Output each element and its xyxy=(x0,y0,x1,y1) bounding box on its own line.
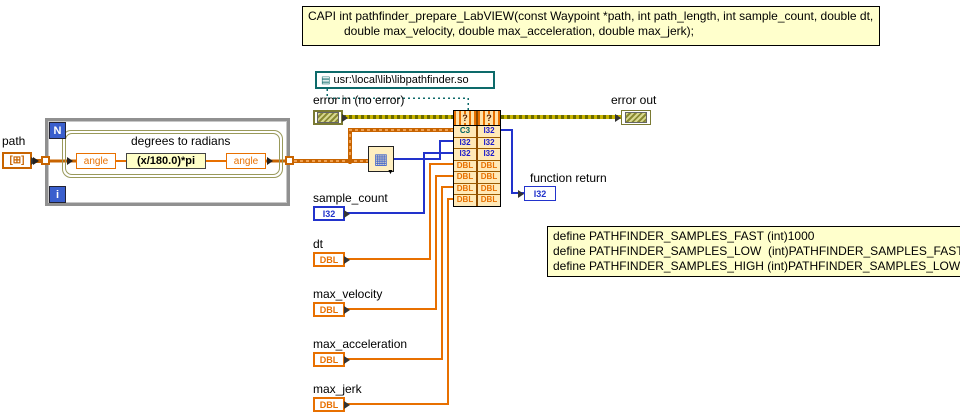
error-in-label: error in (no error) xyxy=(313,93,405,107)
max-jerk-label: max_jerk xyxy=(313,382,362,396)
clfn-terminal-right[interactable]: DBL xyxy=(478,172,500,183)
library-icon: ▤ xyxy=(321,74,331,86)
loop-input-tunnel[interactable] xyxy=(41,156,50,165)
expression-text: (x/180.0)*pi xyxy=(136,155,196,167)
block-diagram: CAPI int pathfinder_prepare_LabVIEW(cons… xyxy=(0,0,960,418)
clfn-terminal-left[interactable]: DBL xyxy=(454,172,476,183)
clfn-row[interactable]: I32 I32 xyxy=(454,136,500,148)
dt-type: DBL xyxy=(319,254,339,265)
clfn-row[interactable]: I32 I32 xyxy=(454,148,500,160)
wire-arrow-icon xyxy=(67,157,73,165)
clfn-terminal-right[interactable]: I32 xyxy=(478,149,500,160)
node-dropdown-icon[interactable]: ▼ xyxy=(387,169,394,176)
clfn-terminal-left[interactable]: DBL xyxy=(454,195,476,206)
clfn-terminal-left[interactable]: DBL xyxy=(454,183,476,194)
loop-count-label: N xyxy=(53,124,62,137)
capi-comment[interactable]: CAPI int pathfinder_prepare_LabVIEW(cons… xyxy=(302,6,880,46)
clfn-row[interactable]: DBL DBL xyxy=(454,182,500,194)
function-return-terminal[interactable]: I32 xyxy=(524,186,556,201)
max-jerk-terminal[interactable]: DBL xyxy=(313,397,345,412)
clfn-terminal-right[interactable]: I32 xyxy=(478,137,500,148)
clfn-header-icon: ? xyxy=(454,111,476,125)
max-acceleration-wire xyxy=(345,186,453,360)
error-in-terminal[interactable] xyxy=(313,110,343,125)
defines-comment[interactable]: define PATHFINDER_SAMPLES_FAST (int)1000… xyxy=(547,226,960,277)
clfn-terminal-right[interactable]: DBL xyxy=(478,160,500,171)
clfn-row[interactable]: C3 I32 xyxy=(454,126,500,137)
function-return-wire xyxy=(501,129,524,194)
error-cluster-icon xyxy=(317,112,339,123)
array-grid-icon: ▦ xyxy=(373,150,389,168)
clfn-terminal-right[interactable]: DBL xyxy=(478,195,500,206)
max-velocity-label: max_velocity xyxy=(313,287,383,301)
wire-arrow-icon xyxy=(267,157,273,165)
clfn-terminal-right[interactable]: DBL xyxy=(478,183,500,194)
path-terminal[interactable]: [⊞] xyxy=(2,152,32,169)
bundle-angle-node[interactable]: angle xyxy=(226,153,266,169)
clfn-row[interactable]: DBL DBL xyxy=(454,171,500,183)
call-library-function-node[interactable]: ? ? C3 I32 I32 I32 I32 I32 DBL DBL DBL DBL DBL DBL D… xyxy=(453,110,501,207)
unbundle-angle-node[interactable]: angle xyxy=(76,153,116,169)
function-return-label: function return xyxy=(530,171,607,185)
clfn-terminal-left[interactable]: DBL xyxy=(454,160,476,171)
unbundle-angle-label: angle xyxy=(83,155,109,167)
clfn-header[interactable]: ? ? xyxy=(454,111,500,126)
library-path-box[interactable]: ▤ usr:\local\lib\libpathfinder.so xyxy=(315,71,495,89)
max-acceleration-label: max_acceleration xyxy=(313,337,408,351)
loop-iterator-label: i xyxy=(55,188,60,201)
sample-count-label: sample_count xyxy=(313,191,388,205)
clfn-terminal-left[interactable]: I32 xyxy=(454,149,476,160)
sample-count-type: I32 xyxy=(322,208,336,219)
wire-arrow-icon xyxy=(33,157,39,165)
define-line: define PATHFINDER_SAMPLES_HIGH (int)PATH… xyxy=(553,259,960,273)
max-acceleration-terminal[interactable]: DBL xyxy=(313,352,345,367)
clfn-terminal-left[interactable]: I32 xyxy=(454,137,476,148)
clfn-terminal-left[interactable]: C3 xyxy=(454,126,476,137)
clfn-param-rows: C3 I32 I32 I32 I32 I32 DBL DBL DBL DBL DBL DBL DBL DB… xyxy=(454,126,500,206)
library-path-text: usr:\local\lib\libpathfinder.so xyxy=(333,74,469,86)
degrees-to-radians-label: degrees to radians xyxy=(131,134,231,148)
capi-comment-line1: CAPI int pathfinder_prepare_LabVIEW(cons… xyxy=(308,9,874,23)
define-line: define PATHFINDER_SAMPLES_FAST (int)1000 xyxy=(553,229,815,243)
path-label: path xyxy=(2,134,26,148)
error-cluster-icon xyxy=(625,112,647,123)
max-jerk-wire xyxy=(345,198,453,405)
dt-label: dt xyxy=(313,237,324,251)
loop-count-terminal[interactable]: N xyxy=(49,122,66,139)
loop-output-tunnel[interactable] xyxy=(285,156,294,165)
clfn-row[interactable]: DBL DBL xyxy=(454,194,500,206)
clfn-row[interactable]: DBL DBL xyxy=(454,159,500,171)
clfn-terminal-right[interactable]: I32 xyxy=(478,126,500,137)
max-acceleration-type: DBL xyxy=(319,354,339,365)
clfn-header-icon: ? xyxy=(478,111,500,125)
error-out-label: error out xyxy=(611,93,657,107)
wires-layer xyxy=(32,89,621,405)
sample-count-terminal[interactable]: I32 xyxy=(313,206,345,221)
max-velocity-terminal[interactable]: DBL xyxy=(313,302,345,317)
expression-node[interactable]: (x/180.0)*pi xyxy=(126,153,206,169)
function-return-type: I32 xyxy=(533,188,547,199)
max-jerk-type: DBL xyxy=(319,399,339,410)
path-length-wire xyxy=(394,140,453,160)
capi-comment-line2: double max_velocity, double max_accelera… xyxy=(344,24,694,38)
error-out-terminal[interactable] xyxy=(621,110,651,125)
array-cluster-icon: [⊞] xyxy=(9,155,25,166)
dt-wire xyxy=(345,163,453,260)
bundle-angle-label: angle xyxy=(233,155,259,167)
define-line: define PATHFINDER_SAMPLES_LOW (int)PATHF… xyxy=(553,244,960,258)
loop-iterator-terminal[interactable]: i xyxy=(49,186,66,203)
max-velocity-type: DBL xyxy=(319,304,339,315)
dt-terminal[interactable]: DBL xyxy=(313,252,345,267)
